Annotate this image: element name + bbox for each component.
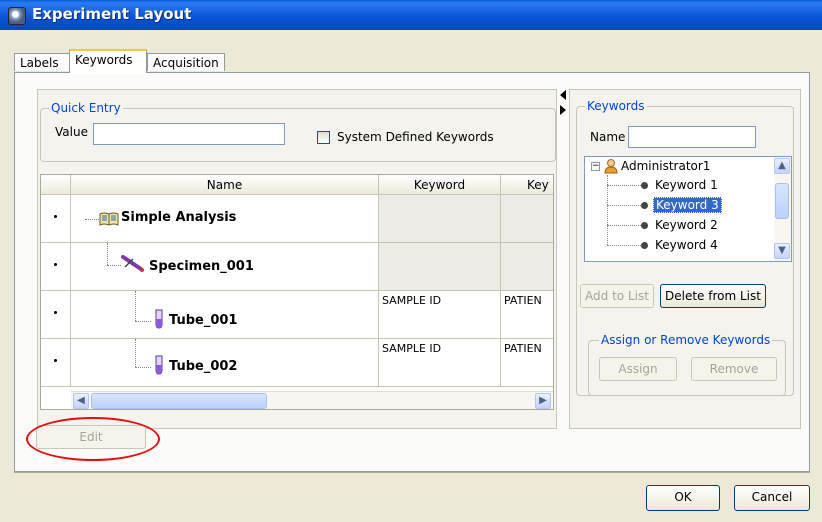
- key-cell[interactable]: PATIEN: [501, 339, 553, 387]
- value-input[interactable]: [93, 123, 285, 145]
- row-header[interactable]: [41, 291, 71, 339]
- keyword-bullet-icon: [641, 222, 648, 229]
- row-header[interactable]: [41, 243, 71, 291]
- column-header-name[interactable]: Name: [71, 175, 379, 195]
- add-to-list-button[interactable]: Add to List: [580, 284, 654, 308]
- row-name: Simple Analysis: [121, 210, 237, 225]
- app-icon: [8, 7, 26, 25]
- keyword-name-label: Name: [590, 130, 626, 144]
- row-name: Tube_002: [169, 359, 238, 374]
- window-title: Experiment Layout: [32, 5, 192, 23]
- keyword-bullet-icon: [641, 182, 648, 189]
- user-icon: [604, 159, 618, 174]
- grid-corner: [41, 175, 71, 195]
- row-header[interactable]: [41, 339, 71, 387]
- assign-remove-legend: Assign or Remove Keywords: [599, 333, 773, 347]
- tube-icon: [155, 355, 163, 375]
- row-name: Tube_001: [169, 313, 238, 328]
- layout-panel: Quick Entry Value System Defined Keyword…: [37, 89, 557, 429]
- keywords-tab-panel: Quick Entry Value System Defined Keyword…: [14, 72, 810, 472]
- tree-item-keyword[interactable]: Keyword 4: [655, 238, 718, 252]
- tree-vertical-scrollbar[interactable]: ▲ ▼: [774, 157, 791, 261]
- grid-horizontal-scrollbar[interactable]: ◀ ▶: [71, 391, 553, 409]
- tree-item-keyword[interactable]: Keyword 2: [655, 218, 718, 232]
- book-icon: [99, 212, 119, 226]
- keyword-tree: − Administrator1 Keyword 1 Keyword 3 Key…: [584, 156, 792, 262]
- tab-labels[interactable]: Labels: [14, 53, 70, 71]
- column-header-keyword-2[interactable]: Key: [501, 175, 553, 195]
- keyword-bullet-icon: [641, 242, 648, 249]
- scroll-left-icon[interactable]: ◀: [73, 393, 89, 409]
- system-defined-checkbox[interactable]: [317, 131, 330, 144]
- key-cell[interactable]: [501, 243, 553, 291]
- keyword-cell[interactable]: [379, 243, 501, 291]
- system-defined-label: System Defined Keywords: [337, 130, 494, 144]
- value-label: Value: [55, 125, 88, 139]
- tree-root-administrator[interactable]: Administrator1: [621, 159, 710, 173]
- column-header-keyword[interactable]: Keyword: [379, 175, 501, 195]
- key-cell[interactable]: [501, 195, 553, 243]
- tab-keywords[interactable]: Keywords: [69, 49, 147, 73]
- horizontal-scroll-thumb[interactable]: [91, 393, 267, 409]
- highlight-circle: [26, 417, 160, 461]
- specimen-icon: [121, 255, 144, 272]
- keyword-cell[interactable]: SAMPLE ID: [379, 339, 501, 387]
- keyword-cell[interactable]: [379, 195, 501, 243]
- row-name: Specimen_001: [149, 259, 254, 274]
- keyword-bullet-icon: [641, 202, 648, 209]
- remove-button[interactable]: Remove: [691, 357, 777, 381]
- cancel-button[interactable]: Cancel: [734, 485, 810, 511]
- quick-entry-group: Quick Entry Value System Defined Keyword…: [40, 101, 556, 162]
- assign-remove-group: Assign or Remove Keywords Assign Remove: [588, 333, 786, 396]
- scroll-right-icon[interactable]: ▶: [535, 393, 551, 409]
- tube-icon: [155, 309, 163, 329]
- splitter-arrows-icon[interactable]: [559, 89, 567, 129]
- assign-button[interactable]: Assign: [599, 357, 677, 381]
- name-cell[interactable]: Simple Analysis: [71, 195, 379, 243]
- layout-grid: Name Keyword Key Simple Analysis Specime…: [40, 174, 554, 410]
- title-bar[interactable]: Experiment Layout: [0, 0, 822, 30]
- name-cell[interactable]: Tube_002: [71, 339, 379, 387]
- delete-from-list-button[interactable]: Delete from List: [660, 284, 766, 308]
- tree-item-keyword[interactable]: Keyword 1: [655, 178, 718, 192]
- tree-item-keyword-selected[interactable]: Keyword 3: [653, 197, 722, 213]
- keyword-name-input[interactable]: [628, 126, 756, 148]
- vertical-scroll-thumb[interactable]: [775, 183, 789, 219]
- scroll-down-icon[interactable]: ▼: [774, 243, 790, 259]
- keywords-legend: Keywords: [585, 99, 647, 113]
- tab-acquisition[interactable]: Acquisition: [147, 53, 225, 71]
- ok-button[interactable]: OK: [646, 485, 720, 511]
- footer-separator: [14, 472, 810, 473]
- name-cell[interactable]: Tube_001: [71, 291, 379, 339]
- name-cell[interactable]: Specimen_001: [71, 243, 379, 291]
- experiment-layout-window: Experiment Layout Labels Keywords Acquis…: [0, 0, 822, 522]
- keywords-panel: Keywords Name − Administrator1 Keyword 1: [569, 89, 801, 429]
- row-header[interactable]: [41, 195, 71, 243]
- key-cell[interactable]: PATIEN: [501, 291, 553, 339]
- quick-entry-legend: Quick Entry: [49, 101, 123, 115]
- collapse-icon[interactable]: −: [591, 162, 600, 171]
- scroll-up-icon[interactable]: ▲: [774, 158, 790, 174]
- keyword-cell[interactable]: SAMPLE ID: [379, 291, 501, 339]
